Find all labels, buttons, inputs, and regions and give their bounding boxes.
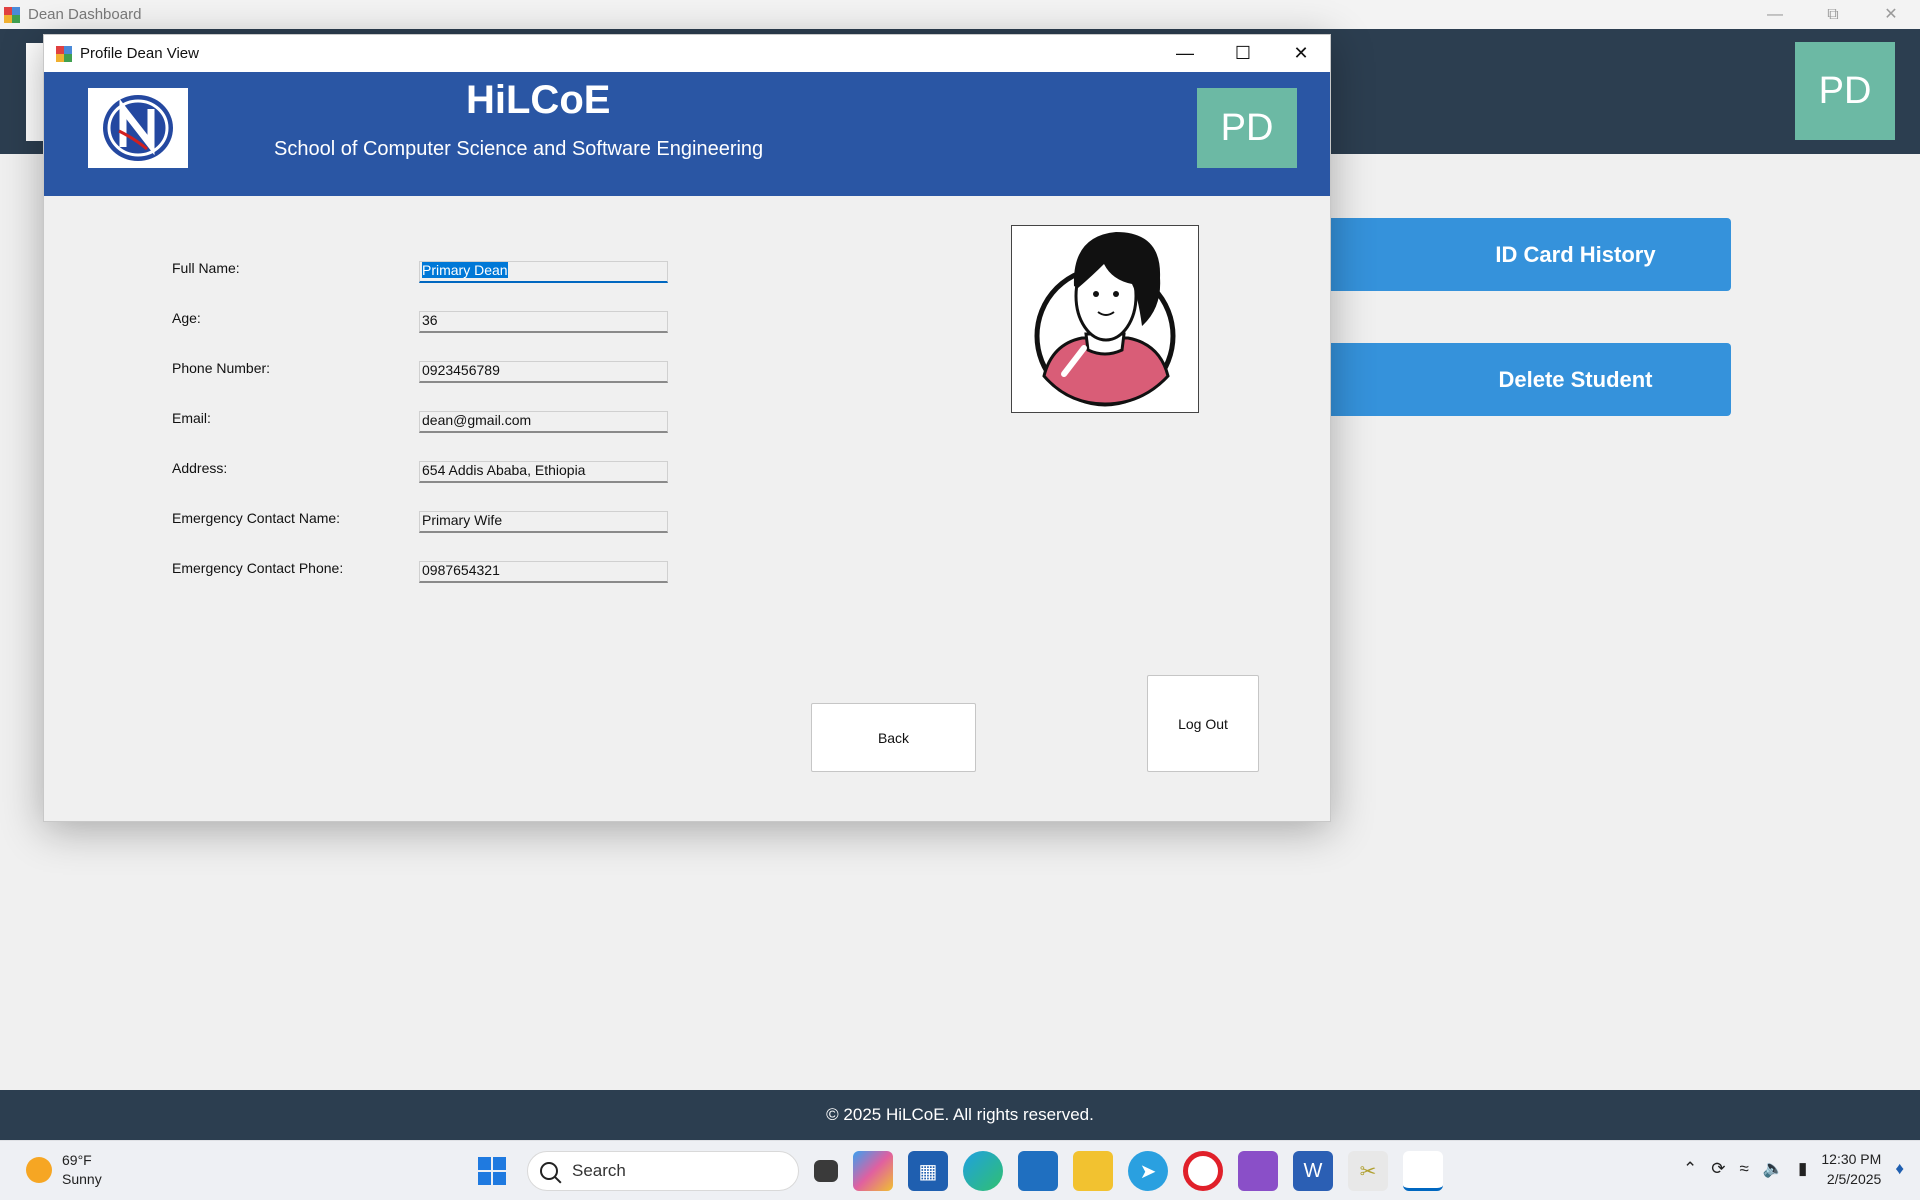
main-window-title: Dean Dashboard xyxy=(28,6,142,23)
profile-photo xyxy=(1011,225,1199,413)
dialog-close-icon[interactable]: ✕ xyxy=(1272,35,1330,72)
header-subtitle: School of Computer Science and Software … xyxy=(274,138,764,160)
dialog-header: HiLCoE School of Computer Science and So… xyxy=(44,72,1330,196)
search-icon xyxy=(540,1162,558,1180)
taskbar: 69°F Sunny Search ▦ ➤ W ✂ ⌃ ⟳ ≈ 🔈 ▮ 12:3… xyxy=(0,1140,1920,1200)
email-input[interactable]: dean@gmail.com xyxy=(419,411,668,433)
search-placeholder: Search xyxy=(572,1161,626,1180)
visual-studio-icon[interactable] xyxy=(1238,1151,1278,1191)
active-app-icon[interactable] xyxy=(1403,1151,1443,1191)
header-title: HiLCoE xyxy=(466,78,611,122)
telegram-icon[interactable]: ➤ xyxy=(1128,1151,1168,1191)
notification-bell-icon[interactable]: ♦ xyxy=(1895,1159,1904,1179)
emergency-contact-name-label: Emergency Contact Name: xyxy=(172,510,341,526)
restore-icon[interactable]: ⧉ xyxy=(1804,0,1862,29)
dialog-title: Profile Dean View xyxy=(80,45,199,62)
wifi-icon[interactable]: ≈ xyxy=(1740,1159,1749,1179)
dell-icon[interactable] xyxy=(1018,1151,1058,1191)
dialog-app-icon xyxy=(56,45,72,62)
address-input[interactable]: 654 Addis Ababa, Ethiopia xyxy=(419,461,668,483)
clock-date: 2/5/2025 xyxy=(1826,1171,1882,1187)
back-button[interactable]: Back xyxy=(811,703,976,772)
dialog-titlebar: Profile Dean View — ☐ ✕ xyxy=(44,35,1330,72)
weather-temp: 69°F xyxy=(62,1152,92,1168)
id-card-history-button[interactable]: ID Card History xyxy=(1300,218,1731,291)
weather-widget[interactable]: 69°F Sunny xyxy=(26,1151,102,1189)
edge-icon[interactable] xyxy=(963,1151,1003,1191)
close-icon[interactable]: ✕ xyxy=(1862,0,1920,29)
task-view-icon[interactable] xyxy=(814,1160,838,1182)
file-explorer-icon[interactable] xyxy=(1073,1151,1113,1191)
clock[interactable]: 12:30 PM 2/5/2025 xyxy=(1821,1149,1881,1189)
minimize-icon[interactable]: — xyxy=(1746,0,1804,29)
app-icon xyxy=(4,6,20,23)
chevron-up-icon[interactable]: ⌃ xyxy=(1683,1159,1697,1179)
address-label: Address: xyxy=(172,460,228,476)
taskbar-search[interactable]: Search xyxy=(527,1151,799,1191)
footer-copyright: © 2025 HiLCoE. All rights reserved. xyxy=(0,1090,1920,1140)
store-icon[interactable]: ▦ xyxy=(908,1151,948,1191)
log-out-button[interactable]: Log Out xyxy=(1147,675,1259,772)
emergency-contact-phone-input[interactable]: 0987654321 xyxy=(419,561,668,583)
main-titlebar: Dean Dashboard — ⧉ ✕ xyxy=(0,0,1920,29)
emergency-contact-phone-label: Emergency Contact Phone: xyxy=(172,560,344,576)
age-label: Age: xyxy=(172,310,201,326)
opera-icon[interactable] xyxy=(1183,1151,1223,1191)
battery-icon[interactable]: ▮ xyxy=(1798,1159,1807,1179)
delete-student-button[interactable]: Delete Student xyxy=(1300,343,1731,416)
full-name-label: Full Name: xyxy=(172,260,240,276)
age-input[interactable]: 36 xyxy=(419,311,668,333)
volume-icon[interactable]: 🔈 xyxy=(1763,1159,1784,1179)
hilcoe-logo xyxy=(88,88,188,168)
sun-icon xyxy=(26,1157,52,1183)
phone-number-input[interactable]: 0923456789 xyxy=(419,361,668,383)
full-name-input[interactable]: Primary Dean xyxy=(419,261,668,283)
profile-dialog: Profile Dean View — ☐ ✕ HiLCoE School of… xyxy=(43,34,1331,822)
phone-number-label: Phone Number: xyxy=(172,360,271,376)
emergency-contact-name-input[interactable]: Primary Wife xyxy=(419,511,668,533)
main-avatar[interactable]: PD xyxy=(1795,42,1895,140)
email-label: Email: xyxy=(172,410,211,426)
word-icon[interactable]: W xyxy=(1293,1151,1333,1191)
weather-desc: Sunny xyxy=(62,1171,102,1187)
sync-icon[interactable]: ⟳ xyxy=(1711,1159,1725,1179)
clock-time: 12:30 PM xyxy=(1821,1151,1882,1167)
snipping-tool-icon[interactable]: ✂ xyxy=(1348,1151,1388,1191)
windows-start-icon[interactable] xyxy=(472,1151,512,1191)
dialog-maximize-icon[interactable]: ☐ xyxy=(1214,35,1272,72)
dialog-minimize-icon[interactable]: — xyxy=(1156,35,1214,72)
copilot-icon[interactable] xyxy=(853,1151,893,1191)
dialog-avatar[interactable]: PD xyxy=(1197,88,1297,168)
